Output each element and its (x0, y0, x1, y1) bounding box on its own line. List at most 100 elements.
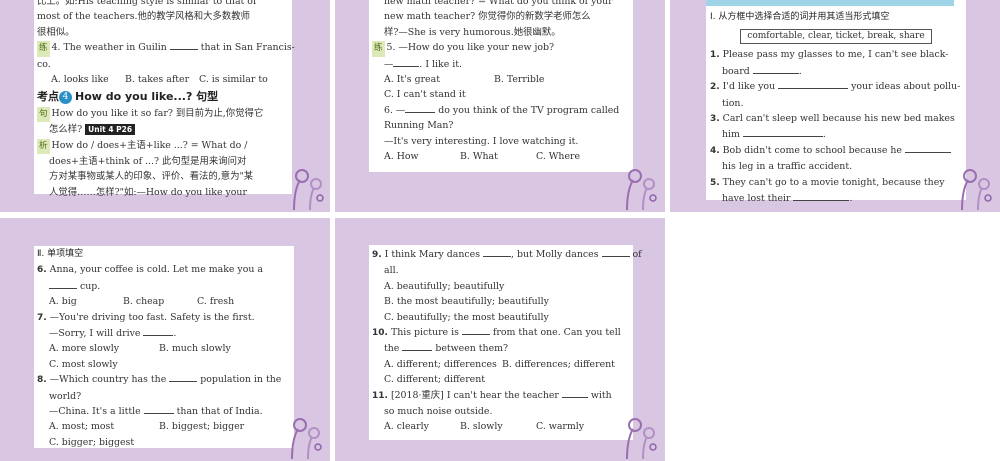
option-a[interactable]: A. clearly (384, 419, 460, 434)
unit-tag: Unit 4 P26 (85, 124, 136, 136)
slide-2: new math teacher? = What do you think of… (335, 0, 665, 212)
options-row: A. It's great B. Terrible (372, 72, 630, 87)
page-card: Ⅰ. 从方框中选择合适的词并用其适当形式填空 comfortable, clea… (706, 0, 966, 204)
option-a[interactable]: A. It's great (384, 72, 494, 87)
text-line: 怎么样? Unit 4 P26 (37, 122, 289, 137)
text-line: all. (384, 265, 399, 277)
decorative-lollipop-plants (626, 169, 657, 210)
options-row: A. How B. What C. Where (372, 149, 630, 164)
text-line: tion. (722, 97, 744, 109)
question-11: 11. [2018·重庆] I can't hear the teacher w… (372, 388, 612, 401)
option-c[interactable]: C. is similar to (199, 72, 268, 87)
question-5: 练 5. —How do you like your new job? (372, 40, 630, 57)
text-line: so much noise outside. (384, 406, 493, 418)
option-b[interactable]: B. Terrible (494, 72, 544, 87)
option-c[interactable]: C. most slowly (37, 357, 291, 372)
answer-blank[interactable] (793, 191, 850, 202)
answer-blank[interactable] (601, 247, 630, 257)
decorative-lollipop-plants (291, 418, 322, 459)
option-c[interactable]: C. different; different (372, 372, 630, 387)
option-a[interactable]: A. different; differences (384, 357, 502, 372)
decorative-lollipop-plants (293, 169, 324, 210)
page-card: Ⅱ. 单项填空 6. Anna, your coffee is cold. Le… (34, 246, 294, 448)
option-b[interactable]: B. differences; different (502, 357, 615, 372)
kaodian-heading: 考点 4 How do you like...? 句型 (37, 90, 219, 105)
text-line: 样?—She is very humorous.她很幽默。 (384, 26, 561, 38)
text-line: —It's very interesting. I love watching … (384, 135, 579, 147)
text-line: cup. (37, 279, 291, 294)
answer-blank[interactable] (402, 341, 433, 352)
header-strip (706, 0, 954, 6)
text-line: —. I like it. (384, 57, 462, 70)
item-5: 5. They can't go to a movie tonight, bec… (710, 176, 945, 188)
answer-blank[interactable] (778, 79, 849, 90)
page-card: 9. I think Mary dances , but Molly dance… (369, 245, 642, 440)
text-line: new math teacher? 你觉得你的新数学老师怎么 (384, 11, 591, 23)
option-c[interactable]: C. Where (536, 149, 580, 164)
option-b[interactable]: B. the most beautifully; beautifully (372, 294, 630, 309)
question-6: 6. — do you think of the TV program call… (384, 103, 620, 116)
answer-blank[interactable] (169, 372, 198, 383)
item-1: 1. Please pass my glasses to me, I can't… (710, 49, 949, 61)
answer-blank[interactable] (393, 57, 420, 67)
word-box: comfortable, clear, ticket, break, share (740, 29, 932, 45)
option-b[interactable]: B. takes after (125, 72, 199, 87)
option-c[interactable]: C. bigger; biggest (37, 435, 291, 450)
option-a[interactable]: A. How (384, 149, 460, 164)
text-line: Running Man? (384, 120, 454, 132)
text-line: his leg in a traffic accident. (722, 161, 853, 173)
section-heading: Ⅰ. 从方框中选择合适的词并用其适当形式填空 (710, 12, 890, 22)
slide-1: 比上。如:His teaching style is similar to th… (0, 0, 330, 212)
option-a[interactable]: A. big (49, 294, 123, 309)
text-line: 句 How do you like it so far? 到目前为止,你觉得它 (37, 106, 289, 123)
word-box-row: comfortable, clear, ticket, break, share (710, 28, 962, 45)
option-a[interactable]: A. looks like (51, 72, 125, 87)
section-heading: Ⅱ. 单项填空 (37, 249, 84, 259)
option-a[interactable]: A. beautifully; beautifully (372, 279, 630, 294)
option-b[interactable]: B. biggest; bigger (159, 419, 244, 434)
text-line: world? (49, 390, 82, 402)
text-line: 比上。如:His teaching style is similar to th… (37, 0, 257, 7)
answer-blank[interactable] (561, 388, 588, 398)
answer-blank[interactable] (752, 64, 799, 74)
item-3: 3. Carl can't sleep well because his new… (710, 113, 955, 125)
option-b[interactable]: B. cheap (123, 294, 197, 309)
answer-blank[interactable] (169, 40, 198, 51)
option-b[interactable]: B. What (460, 149, 536, 164)
option-c[interactable]: C. warmly (536, 419, 584, 434)
answer-blank[interactable] (143, 326, 174, 337)
option-a[interactable]: A. more slowly (49, 341, 159, 356)
answer-blank[interactable] (143, 404, 174, 415)
question-4: 练 4. The weather in Guilin that in San Fr… (37, 40, 295, 57)
slide-4: Ⅱ. 单项填空 6. Anna, your coffee is cold. Le… (0, 218, 330, 461)
answer-blank[interactable] (405, 103, 436, 113)
option-c[interactable]: C. fresh (197, 294, 234, 309)
text-line: 很相似。 (37, 26, 75, 38)
answer-blank[interactable] (742, 127, 823, 138)
page-card: 比上。如:His teaching style is similar to th… (34, 0, 295, 198)
options-row: A. big B. cheap C. fresh (37, 294, 291, 309)
item-2: 2. I'd like you your ideas about pollu- (710, 79, 961, 93)
question-7: 7. —You're driving too fast. Safety is t… (37, 311, 255, 323)
text-line: new math teacher? = What do you think of… (384, 0, 613, 7)
option-c[interactable]: C. I can't stand it (372, 87, 630, 102)
option-c[interactable]: C. beautifully; the most beautifully (372, 310, 630, 325)
options-row: A. most; most B. biggest; bigger (37, 419, 291, 434)
answer-blank[interactable] (461, 325, 490, 336)
option-b[interactable]: B. slowly (460, 419, 536, 434)
answer-blank[interactable] (483, 247, 512, 257)
kaodian-title: How do you like...? 句型 (74, 90, 219, 104)
text-line: 人觉得……怎样?"如:—How do you like your (49, 186, 247, 198)
text-line: have lost their . (722, 191, 853, 205)
slide-5: 9. I think Mary dances , but Molly dance… (335, 218, 665, 461)
answer-blank[interactable] (904, 143, 951, 153)
question-8: 8. —Which country has the population in … (37, 372, 282, 386)
page-card: new math teacher? = What do you think of… (369, 0, 633, 172)
answer-blank[interactable] (49, 279, 77, 289)
text-line: does+主语+think of ...? 此句型是用来询问对 (49, 156, 247, 168)
option-a[interactable]: A. most; most (49, 419, 159, 434)
slide-3: Ⅰ. 从方框中选择合适的词并用其适当形式填空 comfortable, clea… (670, 0, 1000, 212)
option-b[interactable]: B. much slowly (159, 341, 231, 356)
question-10: 10. This picture is from that one. Can y… (372, 325, 621, 339)
options-row: A. clearly B. slowly C. warmly (372, 419, 630, 434)
